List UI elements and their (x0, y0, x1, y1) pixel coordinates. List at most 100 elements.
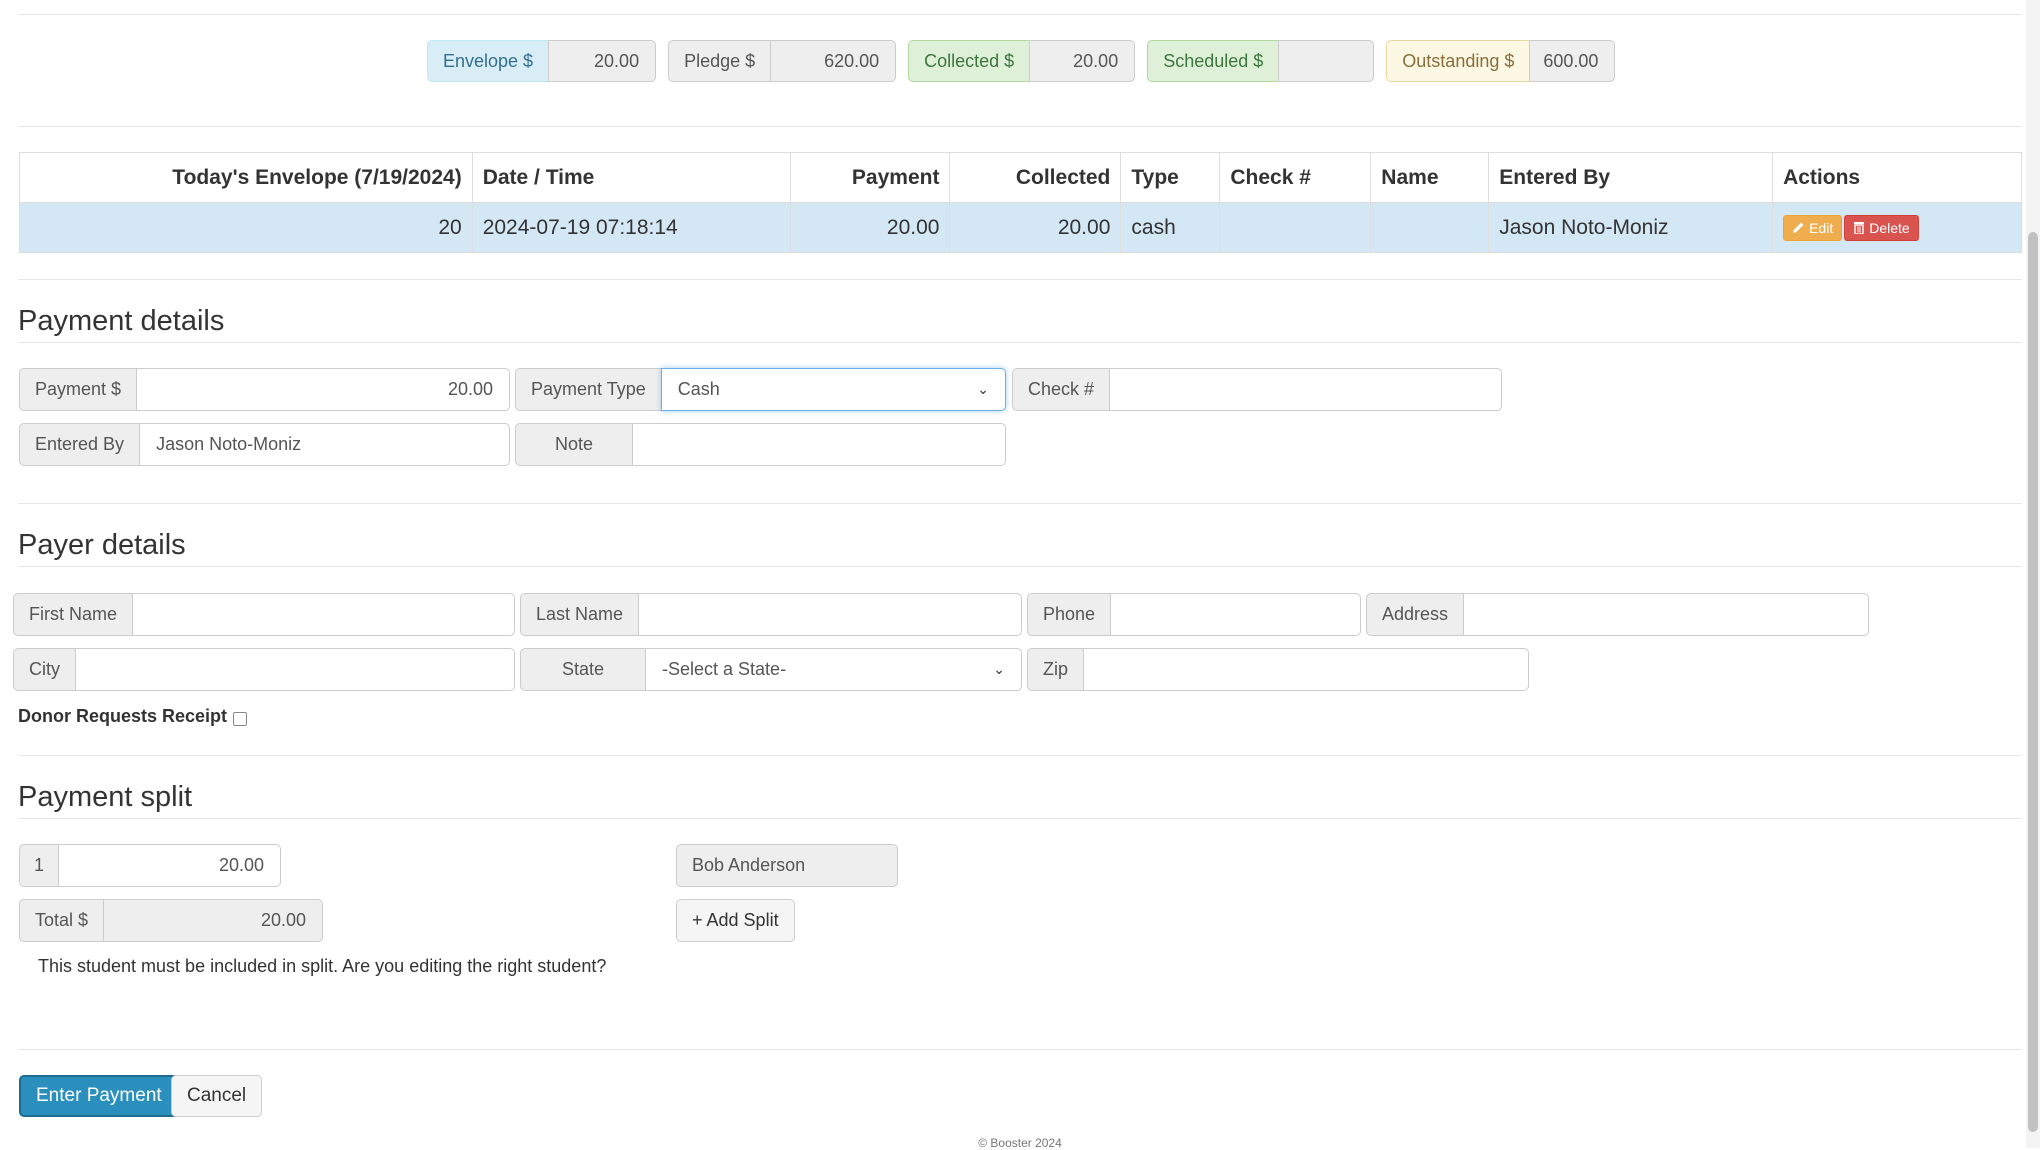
table-row[interactable]: 20 2024-07-19 07:18:14 20.00 20.00 cash … (19, 202, 2022, 253)
entered-by-group: Entered By Jason Noto-Moniz (19, 423, 510, 466)
col-header-payment: Payment (789, 152, 951, 203)
scheduled-summary: Scheduled $ (1147, 40, 1375, 82)
cell-entered-by: Jason Noto-Moniz (1488, 202, 1774, 253)
check-number-label: Check # (1012, 368, 1110, 411)
city-group: City (13, 648, 515, 691)
cell-type: cash (1120, 202, 1221, 253)
last-name-label: Last Name (520, 593, 639, 636)
payer-details-heading: Payer details (18, 529, 186, 561)
col-header-datetime: Date / Time (471, 152, 791, 203)
enter-payment-button[interactable]: Enter Payment (19, 1075, 179, 1117)
divider (18, 126, 2022, 127)
payment-amount-label: Payment $ (19, 368, 137, 411)
state-select[interactable]: -Select a State- ⌄ (645, 648, 1022, 691)
pledge-label: Pledge $ (668, 40, 771, 82)
phone-input[interactable] (1110, 593, 1361, 636)
cell-name (1370, 202, 1490, 253)
receipt-label: Donor Requests Receipt (18, 706, 228, 726)
payment-entry-page: Envelope $ 20.00 Pledge $ 620.00 Collect… (0, 0, 2040, 1150)
address-label: Address (1366, 593, 1464, 636)
pencil-icon (1793, 222, 1804, 233)
split-total-value: 20.00 (103, 899, 323, 942)
scrollbar[interactable] (2026, 0, 2040, 1148)
envelope-value: 20.00 (548, 40, 657, 82)
check-number-group: Check # (1012, 368, 1502, 411)
address-input[interactable] (1463, 593, 1869, 636)
collected-value: 20.00 (1029, 40, 1136, 82)
cell-check (1219, 202, 1372, 253)
col-header-type: Type (1120, 152, 1221, 203)
state-label: State (520, 648, 645, 691)
split-notice: This student must be included in split. … (38, 956, 607, 976)
scheduled-label: Scheduled $ (1147, 40, 1279, 82)
entered-by-label: Entered By (19, 423, 140, 466)
note-group: Note (515, 423, 1006, 466)
cell-payment: 20.00 (789, 202, 951, 253)
address-group: Address (1366, 593, 1869, 636)
cell-datetime: 2024-07-19 07:18:14 (471, 202, 791, 253)
edit-label: Edit (1809, 219, 1834, 236)
city-label: City (13, 648, 75, 691)
receipt-checkbox[interactable] (233, 711, 248, 726)
split-amount-group: 1 20.00 (19, 844, 281, 887)
payment-type-select[interactable]: Cash ⌄ (660, 368, 1006, 411)
divider (18, 279, 2022, 280)
payment-amount-group: Payment $ 20.00 (19, 368, 510, 411)
summary-bar: Envelope $ 20.00 Pledge $ 620.00 Collect… (427, 40, 1616, 82)
zip-input[interactable] (1083, 648, 1529, 691)
cell-collected: 20.00 (949, 202, 1122, 253)
entered-by-input[interactable]: Jason Noto-Moniz (139, 423, 510, 466)
divider (18, 566, 2022, 567)
split-amount-input[interactable]: 20.00 (58, 844, 281, 887)
divider (18, 818, 2022, 819)
pledge-summary: Pledge $ 620.00 (668, 40, 897, 82)
cancel-button[interactable]: Cancel (171, 1075, 263, 1117)
col-header-collected: Collected (949, 152, 1122, 203)
edit-button[interactable]: Edit (1783, 214, 1843, 241)
state-group: State -Select a State- ⌄ (520, 648, 1022, 691)
first-name-group: First Name (13, 593, 515, 636)
envelope-table: Today's Envelope (7/19/2024) Date / Time… (19, 152, 2022, 253)
cell-actions: Edit Delete (1772, 202, 2022, 253)
check-number-input[interactable] (1109, 368, 1502, 411)
collected-label: Collected $ (908, 40, 1030, 82)
split-student-field[interactable]: Bob Anderson (676, 844, 898, 887)
col-header-entered-by: Entered By (1488, 152, 1774, 203)
envelope-summary: Envelope $ 20.00 (427, 40, 657, 82)
city-input[interactable] (75, 648, 515, 691)
outstanding-summary: Outstanding $ 600.00 (1386, 40, 1616, 82)
payment-type-value: Cash (677, 379, 720, 399)
payment-split-heading: Payment split (18, 781, 193, 813)
receipt-row: Donor Requests Receipt (18, 706, 248, 727)
phone-label: Phone (1027, 593, 1111, 636)
last-name-input[interactable] (638, 593, 1022, 636)
divider (18, 755, 2022, 756)
cell-envelope: 20 (19, 202, 473, 253)
scheduled-value (1278, 40, 1375, 82)
table-header-row: Today's Envelope (7/19/2024) Date / Time… (19, 152, 2022, 203)
add-split-button[interactable]: + Add Split (676, 899, 795, 942)
last-name-group: Last Name (520, 593, 1022, 636)
first-name-input[interactable] (132, 593, 515, 636)
delete-label: Delete (1869, 219, 1910, 236)
note-input[interactable] (632, 423, 1006, 466)
scrollbar-thumb[interactable] (2028, 232, 2038, 1132)
col-header-actions: Actions (1772, 152, 2022, 203)
first-name-label: First Name (13, 593, 133, 636)
zip-group: Zip (1027, 648, 1529, 691)
delete-button[interactable]: Delete (1844, 214, 1919, 241)
outstanding-label: Outstanding $ (1386, 40, 1530, 82)
split-index: 1 (19, 844, 59, 887)
payment-amount-input[interactable]: 20.00 (136, 368, 510, 411)
col-header-name: Name (1370, 152, 1490, 203)
divider (18, 503, 2022, 504)
phone-group: Phone (1027, 593, 1361, 636)
chevron-down-icon: ⌄ (993, 661, 1005, 677)
outstanding-value: 600.00 (1529, 40, 1616, 82)
payment-type-label: Payment Type (515, 368, 661, 411)
collected-summary: Collected $ 20.00 (908, 40, 1136, 82)
zip-label: Zip (1027, 648, 1084, 691)
divider (18, 14, 2022, 15)
chevron-down-icon: ⌄ (977, 381, 989, 397)
col-header-check: Check # (1219, 152, 1372, 203)
